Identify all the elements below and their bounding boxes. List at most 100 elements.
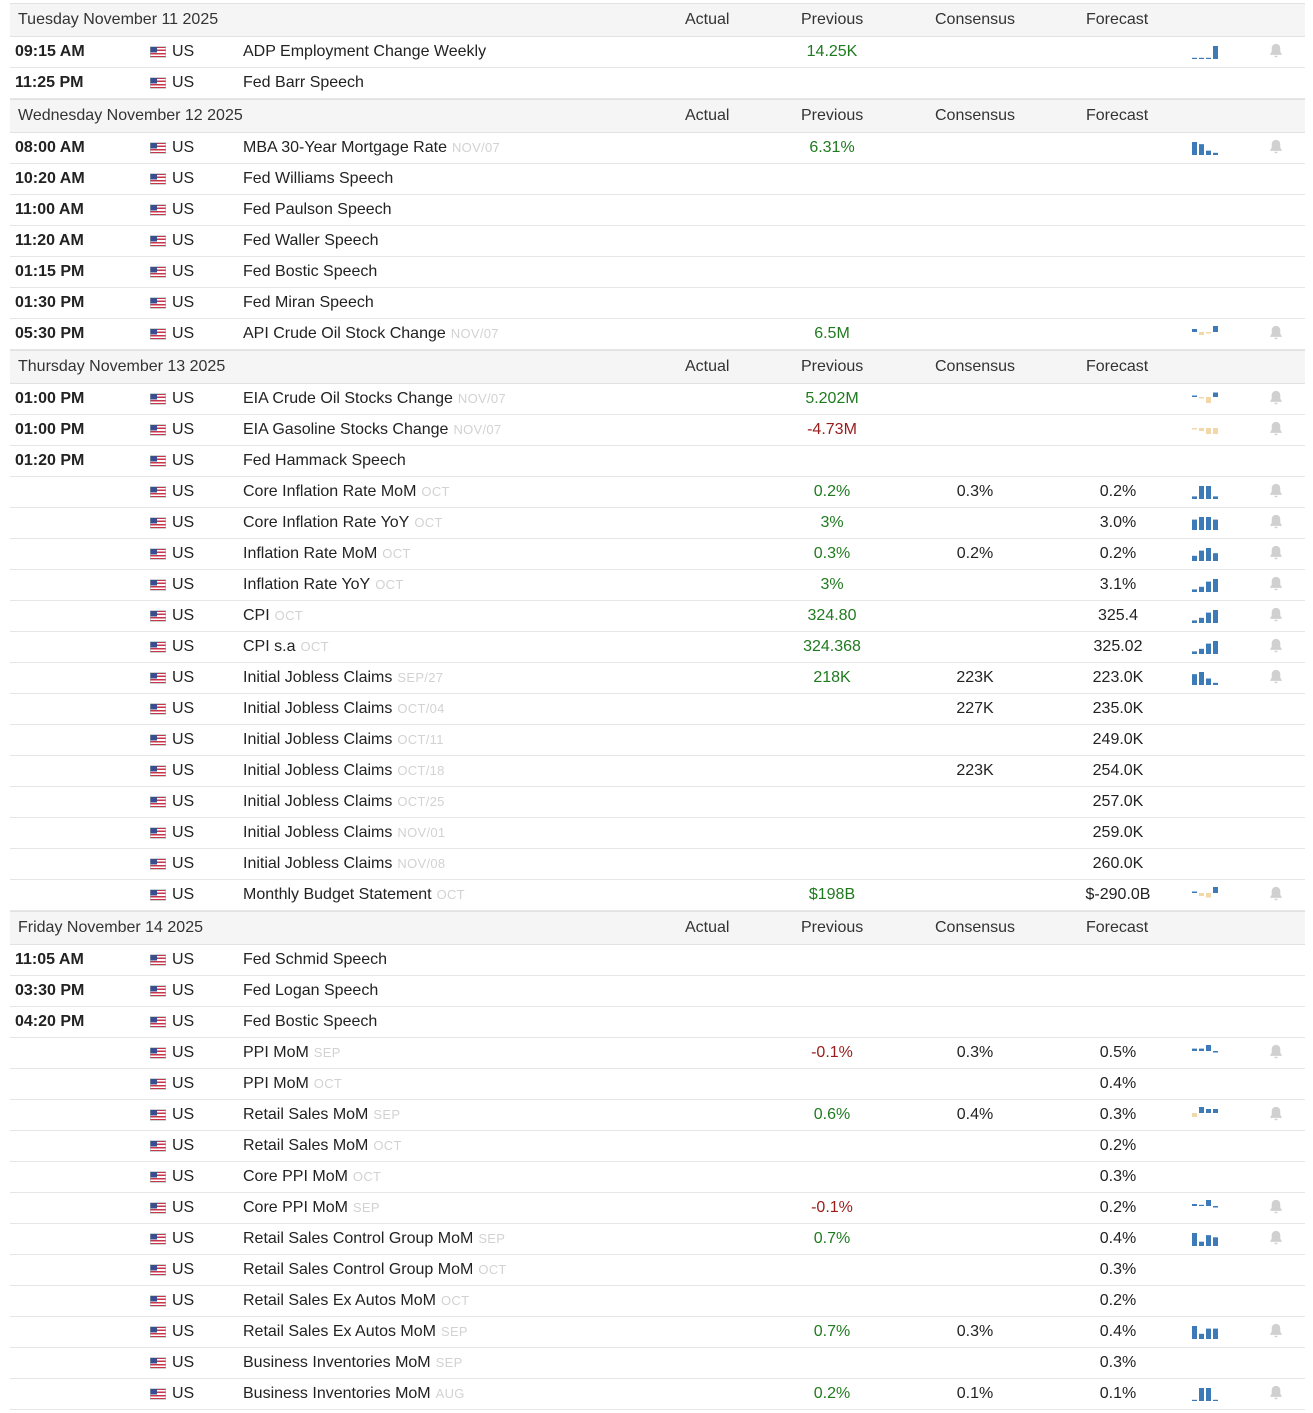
event-name[interactable]: Initial Jobless Claims xyxy=(243,824,392,841)
bell-icon[interactable] xyxy=(1268,668,1284,684)
bell-icon[interactable] xyxy=(1268,1229,1284,1245)
event-name[interactable]: Fed Bostic Speech xyxy=(243,263,377,280)
event-name[interactable]: ADP Employment Change Weekly xyxy=(243,43,486,60)
event-name[interactable]: Inflation Rate MoM xyxy=(243,545,377,562)
event-row[interactable]: US Business Inventories MoM SEP 0.3% xyxy=(10,1348,1305,1379)
event-name[interactable]: Core PPI MoM xyxy=(243,1199,348,1216)
event-name-link[interactable]: Fed Barr Speech xyxy=(243,74,364,92)
event-name[interactable]: CPI s.a xyxy=(243,638,295,655)
event-name[interactable]: Fed Waller Speech xyxy=(243,232,378,249)
sparkline-chart[interactable] xyxy=(1190,1324,1220,1340)
sparkline-chart[interactable] xyxy=(1190,1200,1220,1216)
sparkline-chart[interactable] xyxy=(1190,1386,1220,1402)
event-row[interactable]: US Retail Sales Control Group MoM OCT 0.3% xyxy=(10,1255,1305,1286)
event-name-link[interactable]: PPI MoM SEP xyxy=(243,1044,341,1062)
event-row[interactable]: US Initial Jobless Claims OCT/11 249.0K xyxy=(10,725,1305,756)
event-row[interactable]: US Inflation Rate YoY OCT 3% 3.1% xyxy=(10,570,1305,601)
event-row[interactable]: US Core PPI MoM SEP -0.1% 0.2% xyxy=(10,1193,1305,1224)
sparkline-chart[interactable] xyxy=(1190,326,1220,342)
event-name[interactable]: Core Inflation Rate MoM xyxy=(243,483,416,500)
event-name-link[interactable]: Fed Paulson Speech xyxy=(243,201,392,219)
sparkline-chart[interactable] xyxy=(1190,1045,1220,1061)
event-name[interactable]: Retail Sales Control Group MoM xyxy=(243,1261,473,1278)
bell-icon[interactable] xyxy=(1268,1198,1284,1214)
sparkline-chart[interactable] xyxy=(1190,670,1220,686)
event-name[interactable]: Initial Jobless Claims xyxy=(243,731,392,748)
bell-icon[interactable] xyxy=(1268,42,1284,58)
event-name-link[interactable]: ADP Employment Change Weekly xyxy=(243,43,486,61)
bell-icon[interactable] xyxy=(1268,637,1284,653)
sparkline-chart[interactable] xyxy=(1190,1107,1220,1123)
event-name[interactable]: Initial Jobless Claims xyxy=(243,855,392,872)
sparkline-chart[interactable] xyxy=(1190,484,1220,500)
bell-icon[interactable] xyxy=(1268,420,1284,436)
bell-icon[interactable] xyxy=(1268,138,1284,154)
event-name-link[interactable]: Retail Sales MoM OCT xyxy=(243,1137,402,1155)
event-name[interactable]: API Crude Oil Stock Change xyxy=(243,325,446,342)
event-name-link[interactable]: Initial Jobless Claims SEP/27 xyxy=(243,669,443,687)
event-row[interactable]: 11:00 AM US Fed Paulson Speech xyxy=(10,195,1305,226)
event-name[interactable]: Business Inventories MoM xyxy=(243,1385,431,1402)
event-row[interactable]: 11:05 AM US Fed Schmid Speech xyxy=(10,945,1305,976)
event-row[interactable]: US Inflation Rate MoM OCT 0.3% 0.2% 0.2% xyxy=(10,539,1305,570)
event-name-link[interactable]: Fed Schmid Speech xyxy=(243,951,387,969)
event-name[interactable]: CPI xyxy=(243,607,270,624)
bell-icon[interactable] xyxy=(1268,1322,1284,1338)
event-name[interactable]: Retail Sales MoM xyxy=(243,1106,368,1123)
bell-icon[interactable] xyxy=(1268,885,1284,901)
sparkline-chart[interactable] xyxy=(1190,391,1220,407)
event-name-link[interactable]: Fed Hammack Speech xyxy=(243,452,406,470)
event-name-link[interactable]: Fed Waller Speech xyxy=(243,232,378,250)
event-name[interactable]: Retail Sales Ex Autos MoM xyxy=(243,1323,436,1340)
event-name-link[interactable]: Initial Jobless Claims OCT/18 xyxy=(243,762,445,780)
event-row[interactable]: 10:20 AM US Fed Williams Speech xyxy=(10,164,1305,195)
event-name-link[interactable]: Fed Logan Speech xyxy=(243,982,378,1000)
event-name[interactable]: Fed Bostic Speech xyxy=(243,1013,377,1030)
event-row[interactable]: US Retail Sales Control Group MoM SEP 0.7% 0… xyxy=(10,1224,1305,1255)
bell-icon[interactable] xyxy=(1268,1043,1284,1059)
event-name[interactable]: PPI MoM xyxy=(243,1075,309,1092)
event-name-link[interactable]: Retail Sales Ex Autos MoM OCT xyxy=(243,1292,469,1310)
event-name-link[interactable]: EIA Crude Oil Stocks Change NOV/07 xyxy=(243,390,506,408)
event-row[interactable]: 01:20 PM US Fed Hammack Speech xyxy=(10,446,1305,477)
event-row[interactable]: US Initial Jobless Claims NOV/08 260.0K xyxy=(10,849,1305,880)
bell-icon[interactable] xyxy=(1268,575,1284,591)
event-name[interactable]: PPI MoM xyxy=(243,1044,309,1061)
event-name[interactable]: Initial Jobless Claims xyxy=(243,669,392,686)
event-row[interactable]: 01:15 PM US Fed Bostic Speech xyxy=(10,257,1305,288)
event-row[interactable]: 09:15 AM US ADP Employment Change Weekly 14… xyxy=(10,37,1305,68)
event-row[interactable]: US PPI MoM SEP -0.1% 0.3% 0.5% xyxy=(10,1038,1305,1069)
sparkline-chart[interactable] xyxy=(1190,515,1220,531)
event-row[interactable]: US Initial Jobless Claims OCT/25 257.0K xyxy=(10,787,1305,818)
event-row[interactable]: US CPI s.a OCT 324.368 325.02 xyxy=(10,632,1305,663)
event-row[interactable]: US Retail Sales Ex Autos MoM OCT 0.2% xyxy=(10,1286,1305,1317)
event-row[interactable]: 08:00 AM US MBA 30-Year Mortgage Rate NOV/0… xyxy=(10,133,1305,164)
event-name-link[interactable]: Initial Jobless Claims NOV/01 xyxy=(243,824,445,842)
event-row[interactable]: 11:25 PM US Fed Barr Speech xyxy=(10,68,1305,99)
event-row[interactable]: US Core PPI MoM OCT 0.3% xyxy=(10,1162,1305,1193)
event-name-link[interactable]: Retail Sales Ex Autos MoM SEP xyxy=(243,1323,468,1341)
event-row[interactable]: US PPI MoM OCT 0.4% xyxy=(10,1069,1305,1100)
event-row[interactable]: 01:00 PM US EIA Crude Oil Stocks Change NOV… xyxy=(10,384,1305,415)
event-name[interactable]: Inflation Rate YoY xyxy=(243,576,370,593)
event-row[interactable]: US Retail Sales MoM OCT 0.2% xyxy=(10,1131,1305,1162)
event-row[interactable]: US Initial Jobless Claims SEP/27 218K 223K 22… xyxy=(10,663,1305,694)
event-name[interactable]: Fed Miran Speech xyxy=(243,294,374,311)
event-name[interactable]: Monthly Budget Statement xyxy=(243,886,432,903)
event-name[interactable]: Fed Barr Speech xyxy=(243,74,364,91)
bell-icon[interactable] xyxy=(1268,606,1284,622)
event-name[interactable]: Fed Williams Speech xyxy=(243,170,393,187)
sparkline-chart[interactable] xyxy=(1190,44,1220,60)
bell-icon[interactable] xyxy=(1268,1384,1284,1400)
event-name-link[interactable]: Retail Sales MoM SEP xyxy=(243,1106,400,1124)
event-name[interactable]: Core Inflation Rate YoY xyxy=(243,514,409,531)
event-name[interactable]: Initial Jobless Claims xyxy=(243,762,392,779)
event-name-link[interactable]: Inflation Rate MoM OCT xyxy=(243,545,411,563)
event-name-link[interactable]: CPI OCT xyxy=(243,607,303,625)
event-row[interactable]: 05:30 PM US API Crude Oil Stock Change NOV/… xyxy=(10,319,1305,350)
sparkline-chart[interactable] xyxy=(1190,140,1220,156)
event-name[interactable]: Initial Jobless Claims xyxy=(243,700,392,717)
event-name-link[interactable]: Fed Bostic Speech xyxy=(243,1013,377,1031)
event-row[interactable]: 03:30 PM US Fed Logan Speech xyxy=(10,976,1305,1007)
sparkline-chart[interactable] xyxy=(1190,608,1220,624)
